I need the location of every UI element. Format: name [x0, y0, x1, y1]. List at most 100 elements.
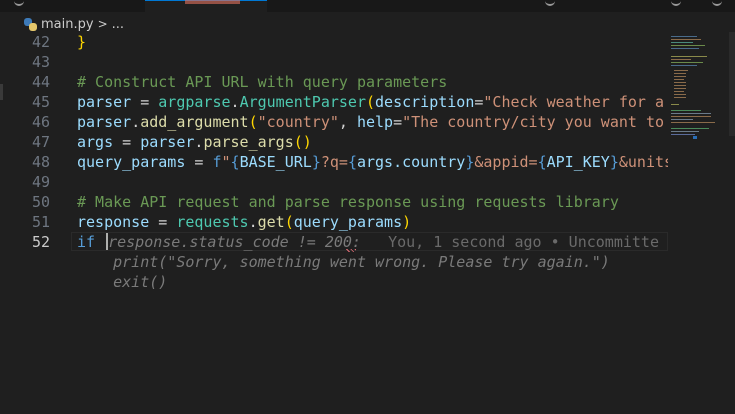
- minimap-line: [671, 39, 701, 40]
- code-editor[interactable]: 42 } 43 44 # Construct API URL with quer…: [0, 32, 668, 414]
- token: ArgumentParser: [239, 93, 366, 111]
- token: query_params: [293, 213, 403, 231]
- minimap-line: [674, 82, 686, 83]
- token: parser: [77, 93, 132, 111]
- current-code-line: 52 if response.status_code != 200: You, …: [0, 232, 668, 252]
- minimap-line: [671, 131, 699, 132]
- token: requests: [176, 213, 249, 231]
- token: (): [293, 133, 312, 151]
- minimap-line: [671, 113, 711, 114]
- token: args.country: [356, 153, 466, 171]
- more-actions-icon[interactable]: [712, 0, 722, 6]
- tab-strip: [0, 0, 735, 12]
- line-number: 45: [31, 93, 50, 111]
- code-line: 47 args = parser.parse_args(): [0, 132, 668, 152]
- code-line: 45 parser = argparse.ArgumentParser(desc…: [0, 92, 668, 112]
- code-text: parser.add_argument("country", help="The…: [77, 112, 668, 132]
- git-blame-annotation: You, 1 second ago • Uncommitte: [388, 233, 659, 251]
- comment-text: # Make API request and parse response us…: [77, 193, 619, 211]
- minimap-line: [671, 110, 701, 111]
- split-editor-icon[interactable]: [545, 0, 555, 6]
- minimap-line: [674, 88, 686, 89]
- minimap-line: [671, 48, 699, 49]
- minimap-line: [674, 97, 686, 98]
- code-line: 43: [0, 52, 668, 72]
- error-squiggle: [346, 249, 356, 252]
- minimap-line: [671, 119, 693, 120]
- token: =: [113, 133, 141, 151]
- minimap-line: [671, 45, 705, 46]
- code-text: query_params = f"{BASE_URL}?q={args.coun…: [77, 152, 668, 172]
- token: =: [393, 113, 403, 131]
- breadcrumb-more[interactable]: ...: [112, 17, 124, 32]
- line-number: 46: [31, 113, 50, 131]
- code-line: 51 response = requests.get(query_params): [0, 212, 668, 232]
- token: .: [248, 213, 258, 231]
- code-line: 44 # Construct API URL with query parame…: [0, 72, 668, 92]
- token: API_KEY: [546, 153, 610, 171]
- token: args: [77, 133, 114, 151]
- inline-suggestion: print("Sorry, something went wrong. Plea…: [77, 253, 610, 271]
- code-line: 50 # Make API request and parse response…: [0, 192, 668, 212]
- minimap-line: [671, 128, 709, 129]
- token: ,: [338, 113, 357, 131]
- token: ?q=: [320, 153, 348, 171]
- token: {: [230, 153, 240, 171]
- token: {: [347, 153, 357, 171]
- code-line: 49: [0, 172, 668, 192]
- minimap-line: [674, 76, 686, 77]
- line-number: 49: [31, 173, 50, 191]
- line-number: 51: [31, 213, 50, 231]
- token: help: [356, 113, 394, 131]
- token: "country": [257, 113, 339, 131]
- code-line: print("Sorry, something went wrong. Plea…: [0, 252, 668, 272]
- inline-suggestion: response.status_code != 200:: [108, 233, 361, 251]
- token: query_params: [77, 153, 186, 171]
- token: "Check weather for a c: [483, 93, 668, 111]
- token: =: [131, 93, 159, 111]
- minimap-line: [671, 65, 697, 66]
- comment-text: # Construct API URL with query parameter…: [77, 73, 448, 91]
- code-text: response = requests.get(query_params): [77, 212, 411, 232]
- token: ): [402, 213, 412, 231]
- line-number: 42: [31, 33, 50, 51]
- token: }: [311, 153, 321, 171]
- line-number: 48: [31, 153, 50, 171]
- breadcrumb-file[interactable]: main.py: [41, 17, 94, 32]
- line-number: 52: [31, 233, 50, 251]
- token: "The country/city you want to c: [402, 113, 668, 131]
- minimap-cursor-marker: [693, 136, 697, 139]
- code-text: parser = argparse.ArgumentParser(descrip…: [77, 92, 668, 112]
- token: add_argument: [140, 113, 249, 131]
- line-number: 43: [31, 53, 50, 71]
- minimap-line: [674, 94, 686, 95]
- token: &appid=: [474, 153, 538, 171]
- vertical-scrollbar[interactable]: [729, 32, 735, 136]
- token: &units=: [618, 153, 668, 171]
- line-number: 50: [31, 193, 50, 211]
- token: parse_args: [203, 133, 294, 151]
- code-line: exit(): [0, 272, 668, 292]
- token: description: [375, 93, 475, 111]
- token: response: [77, 213, 150, 231]
- token: {: [537, 153, 547, 171]
- minimap-line: [671, 42, 693, 43]
- minimap-line: [674, 70, 688, 71]
- minimap-line: [674, 91, 684, 92]
- python-file-icon: [24, 17, 37, 31]
- token: .: [131, 113, 141, 131]
- breadcrumb-separator: >: [97, 17, 108, 31]
- code-text: args = parser.parse_args(): [77, 132, 312, 152]
- token: .: [230, 93, 240, 111]
- token: }: [609, 153, 619, 171]
- token: get: [257, 213, 285, 231]
- minimap-line: [671, 134, 695, 135]
- inline-suggestion: exit(): [77, 273, 168, 291]
- token: parser: [77, 113, 132, 131]
- tab-icon: [14, 0, 24, 6]
- token: if: [77, 233, 96, 251]
- line-number: 47: [31, 133, 50, 151]
- minimap[interactable]: [668, 32, 735, 414]
- history-icon[interactable]: [671, 0, 681, 6]
- token: =: [149, 213, 177, 231]
